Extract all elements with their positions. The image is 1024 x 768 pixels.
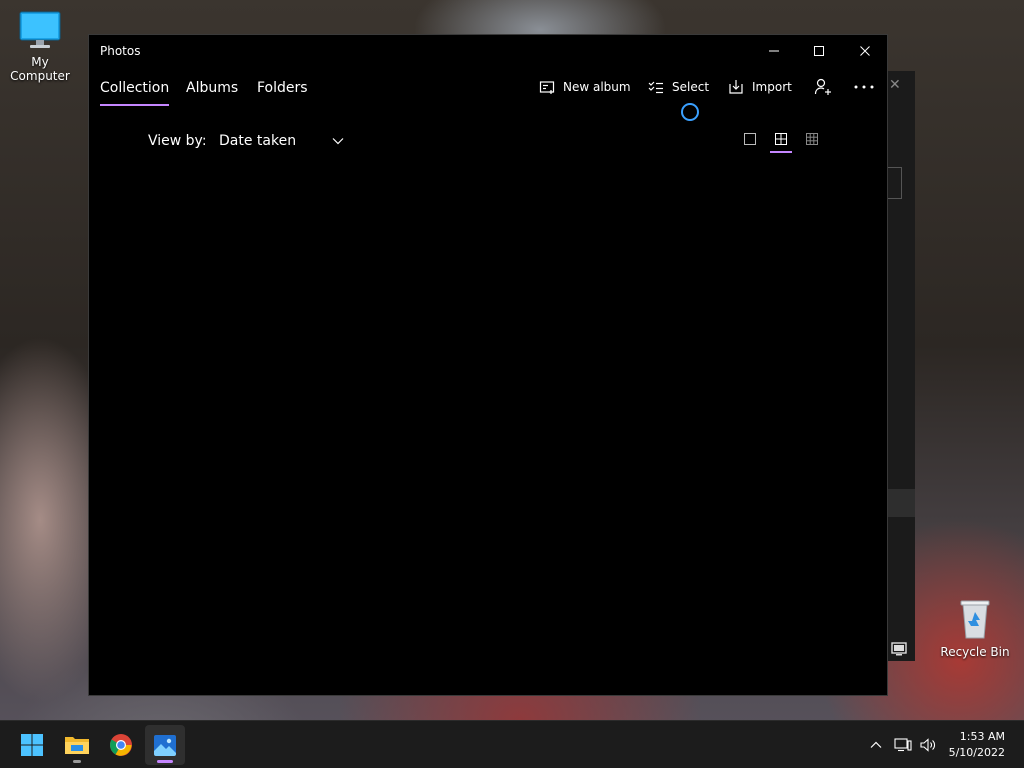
volume-button[interactable] (918, 735, 938, 755)
maximize-button[interactable] (796, 35, 842, 67)
start-button[interactable] (12, 725, 52, 765)
close-button[interactable] (842, 35, 888, 67)
desktop-icon-label: My Computer (10, 55, 70, 83)
display-icon[interactable] (891, 642, 907, 656)
window-title: Photos (100, 44, 141, 58)
network-icon (894, 738, 912, 752)
start-icon (21, 734, 43, 756)
chevron-up-icon (870, 741, 882, 748)
tab-collection[interactable]: Collection (100, 80, 170, 106)
more-options-button[interactable] (853, 78, 883, 96)
import-button[interactable]: Import (728, 78, 792, 96)
clock-time: 1:53 AM (959, 730, 1005, 743)
close-icon[interactable]: ✕ (889, 77, 901, 93)
minimize-icon (769, 50, 779, 52)
desktop-icon-recycle-bin[interactable]: Recycle Bin (935, 598, 1015, 659)
loading-spinner (681, 103, 699, 121)
import-label: Import (752, 80, 792, 94)
view-by-dropdown[interactable]: Date taken (219, 133, 296, 149)
photo-collection-area (89, 165, 887, 695)
background-window[interactable]: ✕ (886, 71, 915, 661)
new-album-icon (539, 81, 555, 94)
desktop-icon-label: Recycle Bin (940, 645, 1010, 659)
new-album-button[interactable]: New album (539, 78, 631, 96)
chevron-down-icon[interactable] (331, 134, 345, 148)
tab-albums[interactable]: Albums (186, 80, 238, 96)
medium-grid-icon (775, 133, 787, 145)
small-grid-icon (806, 133, 818, 145)
speaker-icon (920, 738, 935, 752)
monitor-icon (19, 11, 61, 48)
account-button[interactable] (814, 78, 840, 96)
select-checklist-icon (648, 81, 663, 94)
desktop-icon-my-computer[interactable]: My Computer (0, 10, 80, 83)
background-window-field (887, 167, 902, 199)
view-by-label: View by: (148, 133, 207, 149)
active-indicator (157, 760, 173, 763)
select-label: Select (672, 80, 710, 94)
show-hidden-icons-button[interactable] (866, 735, 886, 755)
close-icon (860, 46, 870, 56)
taskbar-photos[interactable] (145, 725, 185, 765)
import-icon (729, 80, 743, 94)
view-mode-small[interactable] (803, 130, 821, 148)
clock-date: 5/10/2022 (948, 746, 1005, 759)
system-clock[interactable]: 1:53 AM 5/10/2022 (949, 729, 1005, 761)
person-add-icon (814, 78, 831, 95)
running-indicator (73, 760, 81, 763)
photos-window[interactable]: Photos Collection Albums Folders New alb… (88, 34, 888, 696)
title-bar[interactable]: Photos (89, 35, 887, 67)
network-button[interactable] (893, 735, 913, 755)
view-mode-single[interactable] (741, 130, 759, 148)
recycle-bin-icon (960, 600, 990, 639)
background-window-band (887, 489, 915, 517)
file-explorer-icon (65, 737, 89, 754)
view-mode-medium[interactable] (770, 130, 792, 153)
taskbar-chrome[interactable] (101, 725, 141, 765)
taskbar: 1:53 AM 5/10/2022 (0, 720, 1024, 768)
more-horizontal-icon (854, 85, 874, 89)
single-square-icon (744, 133, 756, 145)
taskbar-file-explorer[interactable] (57, 725, 97, 765)
photos-icon (154, 735, 176, 756)
tab-folders[interactable]: Folders (257, 80, 308, 96)
select-button[interactable]: Select (648, 78, 709, 96)
chrome-icon (110, 734, 132, 756)
new-album-label: New album (563, 80, 631, 94)
maximize-icon (814, 46, 824, 56)
minimize-button[interactable] (751, 35, 797, 67)
